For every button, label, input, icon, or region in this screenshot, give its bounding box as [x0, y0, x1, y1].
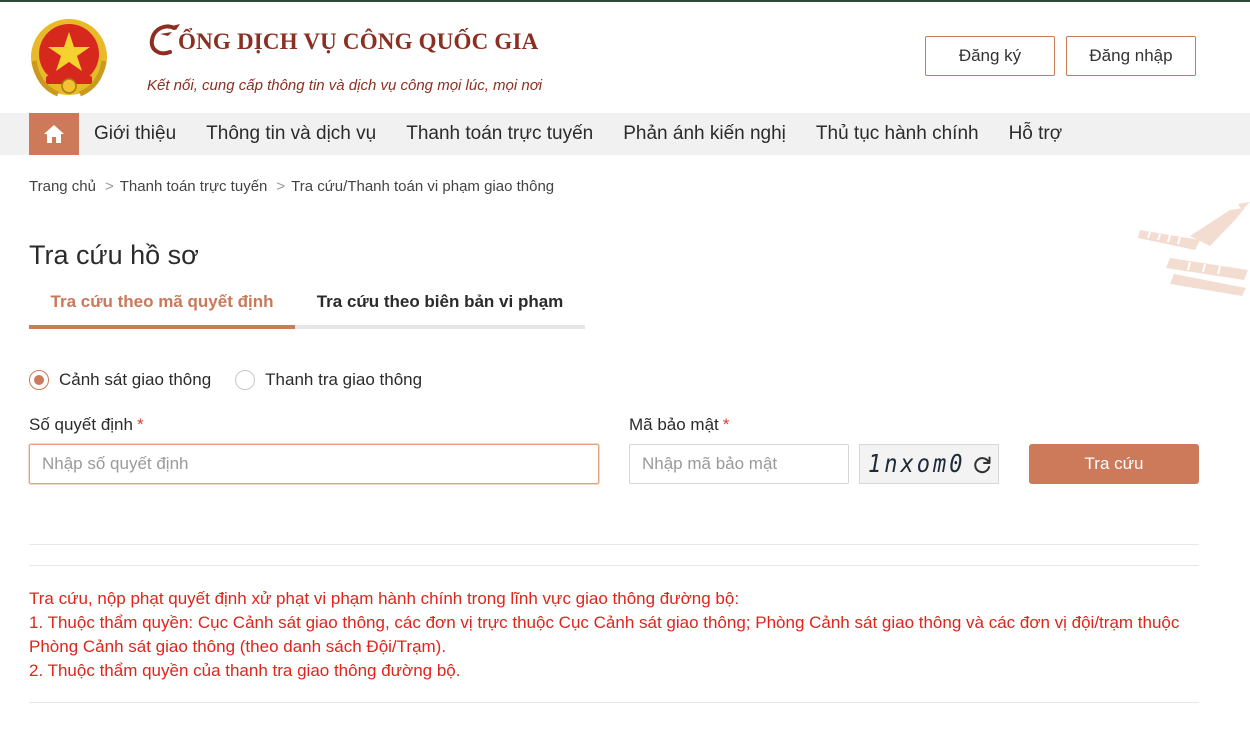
security-code-input[interactable]: [629, 444, 849, 484]
login-button[interactable]: Đăng nhập: [1066, 36, 1196, 76]
nav-item-gioi-thieu[interactable]: Giới thiệu: [94, 123, 176, 145]
decorative-bird-graphic: [1138, 202, 1250, 296]
nav-item-thu-tuc-hanh-chinh[interactable]: Thủ tục hành chính: [816, 123, 979, 145]
breadcrumb: Trang chủ > Thanh toán trực tuyến > Tra …: [29, 178, 554, 195]
breadcrumb-separator: >: [104, 178, 114, 195]
decision-number-label: Số quyết định *: [29, 415, 144, 435]
radio-traffic-inspector[interactable]: Thanh tra giao thông: [235, 370, 422, 390]
instruction-notes: Tra cứu, nộp phạt quyết định xử phạt vi …: [29, 587, 1199, 683]
nav-home-button[interactable]: [29, 113, 79, 155]
required-mark: *: [136, 415, 144, 434]
breadcrumb-online-payment[interactable]: Thanh toán trực tuyến: [120, 178, 268, 195]
site-header: ỔNG DỊCH VỤ CÔNG QUỐC GIA Kết nối, cung …: [0, 2, 1250, 113]
register-button[interactable]: Đăng ký: [925, 36, 1055, 76]
brand-subtitle: Kết nối, cung cấp thông tin và dịch vụ c…: [147, 77, 543, 94]
brand-title-text: ỔNG DỊCH VỤ CÔNG QUỐC GIA: [178, 29, 539, 54]
captcha-box: 1nxom0: [859, 444, 999, 484]
captcha-image-text: 1nxom0: [868, 449, 966, 479]
nav-item-ho-tro[interactable]: Hỗ trợ: [1009, 123, 1063, 145]
note-line: Tra cứu, nộp phạt quyết định xử phạt vi …: [29, 589, 740, 608]
brand-title[interactable]: ỔNG DỊCH VỤ CÔNG QUỐC GIA: [146, 22, 538, 58]
decision-number-label-text: Số quyết định: [29, 415, 133, 434]
search-tabs: Tra cứu theo mã quyết định Tra cứu theo …: [29, 285, 585, 329]
required-mark: *: [722, 415, 730, 434]
decision-number-input[interactable]: [29, 444, 599, 484]
refresh-icon[interactable]: [971, 454, 993, 476]
divider: [29, 702, 1199, 703]
radio-traffic-police-label: Cảnh sát giao thông: [59, 370, 212, 389]
radio-traffic-inspector-label: Thanh tra giao thông: [265, 370, 423, 389]
national-emblem-icon[interactable]: [28, 16, 110, 98]
breadcrumb-current: Tra cứu/Thanh toán vi phạm giao thông: [291, 178, 555, 195]
nav-item-thong-tin-dich-vu[interactable]: Thông tin và dịch vụ: [206, 123, 376, 145]
security-code-label: Mã bảo mật *: [629, 415, 729, 435]
nav-items: Giới thiệu Thông tin và dịch vụ Thanh to…: [94, 113, 1092, 155]
note-line: 2. Thuộc thẩm quyền của thanh tra giao t…: [29, 661, 461, 680]
brand-bird-c-icon: [149, 24, 180, 56]
divider: [29, 544, 1199, 545]
security-code-label-text: Mã bảo mật: [629, 415, 719, 434]
search-button[interactable]: Tra cứu: [1029, 444, 1199, 484]
main-nav: Giới thiệu Thông tin và dịch vụ Thanh to…: [0, 113, 1250, 155]
nav-item-phan-anh-kien-nghi[interactable]: Phản ánh kiến nghị: [623, 123, 786, 145]
authority-radio-group: Cảnh sát giao thông Thanh tra giao thông: [29, 370, 446, 390]
radio-traffic-inspector-dot[interactable]: [235, 370, 256, 390]
divider: [29, 565, 1199, 566]
breadcrumb-separator: >: [276, 178, 286, 195]
note-line: 1. Thuộc thẩm quyền: Cục Cảnh sát giao t…: [29, 613, 1180, 656]
home-icon: [44, 125, 64, 143]
tab-search-by-violation-record[interactable]: Tra cứu theo biên bản vi phạm: [295, 285, 585, 329]
tab-search-by-decision[interactable]: Tra cứu theo mã quyết định: [29, 285, 295, 329]
breadcrumb-home[interactable]: Trang chủ: [29, 178, 96, 195]
radio-traffic-police[interactable]: Cảnh sát giao thông: [29, 370, 211, 390]
nav-item-thanh-toan-truc-tuyen[interactable]: Thanh toán trực tuyến: [406, 123, 593, 145]
radio-traffic-police-dot[interactable]: [29, 370, 49, 390]
page-title: Tra cứu hồ sơ: [29, 240, 199, 270]
